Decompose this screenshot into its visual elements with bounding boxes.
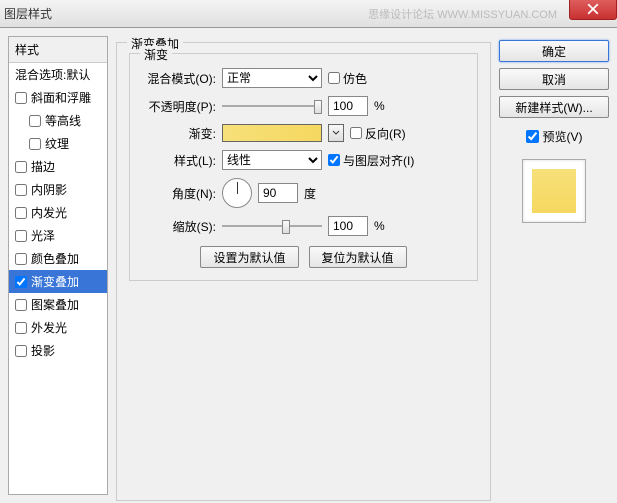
sidebar-item[interactable]: 投影 <box>9 339 107 362</box>
sidebar-item-label: 渐变叠加 <box>31 273 79 290</box>
sidebar-header: 样式 <box>9 37 107 63</box>
sidebar-item-checkbox[interactable] <box>15 92 27 104</box>
right-panel: 确定 取消 新建样式(W)... 预览(V) <box>499 36 609 495</box>
sidebar-item-label: 外发光 <box>31 319 67 336</box>
sidebar-item[interactable]: 内发光 <box>9 201 107 224</box>
sidebar-item[interactable]: 颜色叠加 <box>9 247 107 270</box>
style-label: 样式(L): <box>142 152 216 169</box>
preview-swatch <box>532 169 576 213</box>
set-default-button[interactable]: 设置为默认值 <box>200 246 298 268</box>
degree-unit: 度 <box>304 185 316 202</box>
sidebar-item-label: 内阴影 <box>31 181 67 198</box>
opacity-slider[interactable] <box>222 97 322 115</box>
sidebar-item-checkbox[interactable] <box>15 299 27 311</box>
sidebar-item[interactable]: 纹理 <box>9 132 107 155</box>
preview-checkbox[interactable]: 预览(V) <box>499 128 609 145</box>
sidebar-item-checkbox[interactable] <box>15 345 27 357</box>
close-button[interactable] <box>569 0 617 20</box>
percent-unit: % <box>374 99 385 113</box>
sidebar-item-checkbox[interactable] <box>15 253 27 265</box>
close-icon <box>587 3 599 15</box>
sidebar-item-checkbox[interactable] <box>15 184 27 196</box>
sidebar-item-checkbox[interactable] <box>15 161 27 173</box>
blend-mode-label: 混合模式(O): <box>142 70 216 87</box>
blending-options[interactable]: 混合选项:默认 <box>9 63 107 86</box>
sidebar-item-checkbox[interactable] <box>15 276 27 288</box>
sidebar-item-checkbox[interactable] <box>15 230 27 242</box>
gradient-overlay-group: 渐变叠加 渐变 混合模式(O): 正常 仿色 不透明度(P): % 渐变: <box>116 42 491 501</box>
opacity-input[interactable] <box>328 96 368 116</box>
titlebar: 图层样式 思缘设计论坛 WWW.MISSYUAN.COM <box>0 0 617 28</box>
sidebar-item-label: 投影 <box>31 342 55 359</box>
window-title: 图层样式 <box>4 5 52 22</box>
sub-legend: 渐变 <box>140 46 172 63</box>
blend-mode-select[interactable]: 正常 <box>222 68 322 88</box>
gradient-label: 渐变: <box>142 125 216 142</box>
sidebar-item-checkbox[interactable] <box>29 138 41 150</box>
sidebar-item-label: 颜色叠加 <box>31 250 79 267</box>
sidebar-item[interactable]: 渐变叠加 <box>9 270 107 293</box>
gradient-subgroup: 渐变 混合模式(O): 正常 仿色 不透明度(P): % 渐变: 反向(R) <box>129 53 478 281</box>
scale-input[interactable] <box>328 216 368 236</box>
sidebar-item[interactable]: 描边 <box>9 155 107 178</box>
angle-dial[interactable] <box>222 178 252 208</box>
cancel-button[interactable]: 取消 <box>499 68 609 90</box>
gradient-preview[interactable] <box>222 124 322 142</box>
angle-input[interactable] <box>258 183 298 203</box>
scale-label: 缩放(S): <box>142 218 216 235</box>
sidebar-item[interactable]: 等高线 <box>9 109 107 132</box>
new-style-button[interactable]: 新建样式(W)... <box>499 96 609 118</box>
reverse-checkbox[interactable]: 反向(R) <box>350 125 406 142</box>
sidebar-item-label: 纹理 <box>45 135 69 152</box>
scale-percent: % <box>374 219 385 233</box>
sidebar-item-label: 等高线 <box>45 112 81 129</box>
sidebar-item[interactable]: 图案叠加 <box>9 293 107 316</box>
sidebar-item[interactable]: 外发光 <box>9 316 107 339</box>
sidebar-item-label: 图案叠加 <box>31 296 79 313</box>
ok-button[interactable]: 确定 <box>499 40 609 62</box>
dither-checkbox[interactable]: 仿色 <box>328 70 367 87</box>
sidebar-item-label: 光泽 <box>31 227 55 244</box>
reset-default-button[interactable]: 复位为默认值 <box>309 246 407 268</box>
sidebar-item-checkbox[interactable] <box>15 207 27 219</box>
chevron-down-icon <box>332 130 340 136</box>
sidebar-item-label: 描边 <box>31 158 55 175</box>
center-panel: 渐变叠加 渐变 混合模式(O): 正常 仿色 不透明度(P): % 渐变: <box>116 36 491 495</box>
sidebar-item[interactable]: 光泽 <box>9 224 107 247</box>
sidebar-item-label: 斜面和浮雕 <box>31 89 91 106</box>
gradient-dropdown[interactable] <box>328 124 344 142</box>
opacity-label: 不透明度(P): <box>142 98 216 115</box>
sidebar-item[interactable]: 斜面和浮雕 <box>9 86 107 109</box>
sidebar-item-checkbox[interactable] <box>29 115 41 127</box>
styles-sidebar: 样式 混合选项:默认 斜面和浮雕等高线纹理描边内阴影内发光光泽颜色叠加渐变叠加图… <box>8 36 108 495</box>
align-checkbox[interactable]: 与图层对齐(I) <box>328 152 414 169</box>
style-select[interactable]: 线性 <box>222 150 322 170</box>
sidebar-item-label: 内发光 <box>31 204 67 221</box>
angle-label: 角度(N): <box>142 185 216 202</box>
watermark: 思缘设计论坛 WWW.MISSYUAN.COM <box>368 6 557 22</box>
sidebar-item[interactable]: 内阴影 <box>9 178 107 201</box>
scale-slider[interactable] <box>222 217 322 235</box>
preview-box <box>522 159 586 223</box>
sidebar-item-checkbox[interactable] <box>15 322 27 334</box>
